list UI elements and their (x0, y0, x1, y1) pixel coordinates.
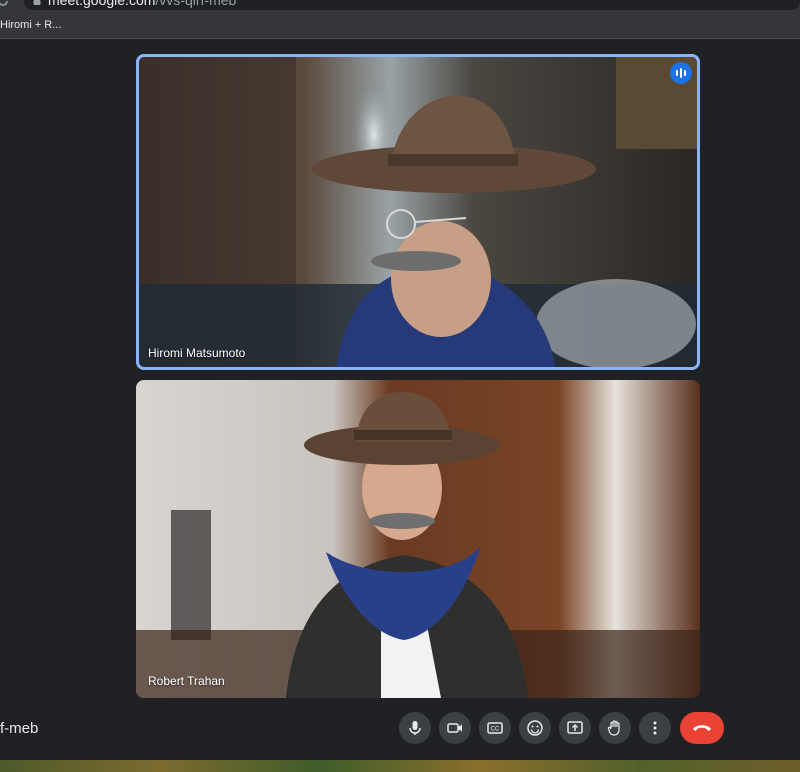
reload-icon[interactable] (0, 0, 10, 8)
camera-icon (447, 723, 462, 733)
bookmarks-bar: Hiromi + R... (0, 12, 800, 39)
bookmark-item[interactable]: Hiromi + R... (0, 19, 61, 31)
emoji-icon (527, 720, 543, 736)
raise-hand-button[interactable] (599, 712, 631, 744)
participant-tile-robert[interactable]: Robert Trahan (136, 380, 700, 698)
lock-icon (33, 0, 41, 5)
participant-name: Robert Trahan (148, 674, 225, 688)
mic-icon (409, 721, 421, 735)
present-screen-button[interactable] (559, 712, 591, 744)
desktop-wallpaper-strip (0, 760, 800, 772)
captions-button[interactable]: CC (479, 712, 511, 744)
url-host: meet.google.com (48, 0, 156, 8)
url-field[interactable]: meet.google.com/vvs-qirf-meb (24, 0, 800, 10)
more-options-button[interactable] (639, 712, 671, 744)
url-path: /vvs-qirf-meb (155, 0, 237, 8)
present-screen-icon (567, 721, 583, 734)
camera-button[interactable] (439, 712, 471, 744)
browser-address-bar: meet.google.com/vvs-qirf-meb (0, 0, 800, 12)
svg-text:CC: CC (491, 727, 500, 733)
end-call-icon (693, 725, 711, 731)
participant-video (136, 380, 700, 698)
speaking-indicator-icon (670, 62, 692, 84)
participant-video (136, 54, 700, 370)
participant-tile-hiromi[interactable]: Hiromi Matsumoto (136, 54, 700, 370)
more-options-icon (653, 721, 657, 735)
mic-button[interactable] (399, 712, 431, 744)
url-text: meet.google.com/vvs-qirf-meb (48, 0, 236, 8)
captions-icon: CC (487, 722, 503, 734)
raise-hand-icon (607, 720, 620, 736)
participant-name: Hiromi Matsumoto (148, 346, 246, 360)
end-call-button[interactable] (680, 712, 724, 744)
meeting-code: f-meb (0, 720, 39, 737)
emoji-button[interactable] (519, 712, 551, 744)
